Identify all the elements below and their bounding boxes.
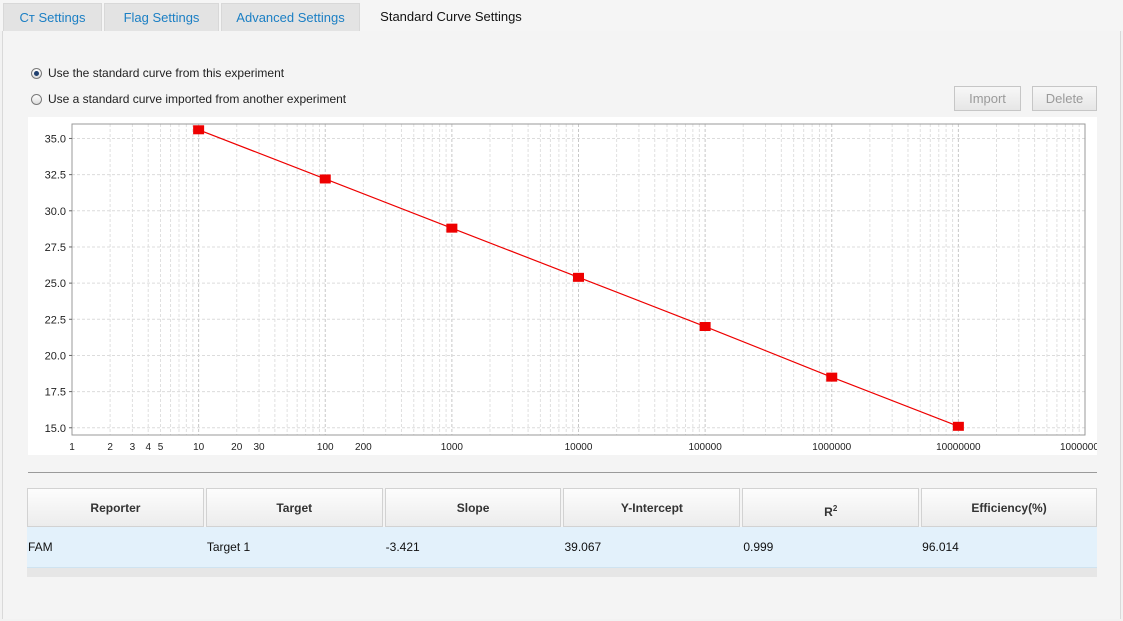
x-tick-label: 100000 xyxy=(688,442,722,453)
y-tick-label: 22.5 xyxy=(45,314,66,326)
cell-reporter: FAM xyxy=(28,540,53,554)
x-tick-label: 20 xyxy=(231,442,243,453)
cell-target: Target 1 xyxy=(206,540,251,554)
y-tick-label: 32.5 xyxy=(45,170,66,182)
data-point xyxy=(826,372,838,382)
tab-standard-curve-settings[interactable]: Standard Curve Settings xyxy=(362,3,540,31)
tab-advanced-label: Advanced Settings xyxy=(236,10,345,25)
tab-ct-prefix: Cт xyxy=(19,10,35,25)
header-target[interactable]: Target xyxy=(205,488,383,527)
option-use-imported[interactable]: Use a standard curve imported from anoth… xyxy=(31,90,346,108)
delete-button[interactable]: Delete xyxy=(1032,86,1097,111)
chart-svg: 15.0 17.5 20.0 22.5 25.0 27.5 30.0 32.5 35.0 1 2 3 4… xyxy=(45,123,1110,453)
x-tick-label: 5 xyxy=(158,442,164,453)
cell-r-squared: 0.999 xyxy=(743,540,774,554)
radio-checked-icon[interactable] xyxy=(31,67,42,79)
data-point xyxy=(573,272,584,282)
x-tick-label: 100 xyxy=(317,442,334,453)
y-tick-label: 17.5 xyxy=(45,387,66,399)
x-tick-label: 2 xyxy=(107,442,113,453)
header-y-intercept[interactable]: Y-Intercept xyxy=(563,488,741,527)
tab-flag-label: Flag Settings xyxy=(123,10,200,25)
table-header: Reporter Target Slope Y-Intercept R2 Eff… xyxy=(27,488,1097,527)
cell-y-intercept: 39.067 xyxy=(564,540,602,554)
table-footer xyxy=(27,568,1097,577)
data-point xyxy=(446,223,458,233)
tab-ct-settings[interactable]: Cт Settings xyxy=(3,3,102,31)
y-tick-label: 20.0 xyxy=(45,350,66,362)
y-tick-label: 25.0 xyxy=(45,278,66,290)
header-r-base: R xyxy=(824,505,833,519)
y-tick-label: 27.5 xyxy=(45,242,66,254)
x-tick-label: 10 xyxy=(193,442,205,453)
option-use-this-experiment[interactable]: Use the standard curve from this experim… xyxy=(31,64,284,82)
tab-ct-suffix: Settings xyxy=(34,10,86,25)
data-point xyxy=(699,322,711,332)
x-tick-label: 4 xyxy=(145,442,151,453)
divider xyxy=(28,472,1097,473)
header-efficiency[interactable]: Efficiency(%) xyxy=(921,488,1097,527)
tab-bar: Cт Settings Flag Settings Advanced Setti… xyxy=(0,0,1123,31)
header-r-squared[interactable]: R2 xyxy=(742,488,920,527)
data-point xyxy=(952,421,964,431)
header-reporter[interactable]: Reporter xyxy=(27,488,204,527)
cell-slope: -3.421 xyxy=(385,540,420,554)
results-table: Reporter Target Slope Y-Intercept R2 Eff… xyxy=(27,488,1097,577)
y-tick-label: 35.0 xyxy=(45,133,66,145)
y-tick-label: 30.0 xyxy=(45,206,66,218)
option-use-this-label: Use the standard curve from this experim… xyxy=(48,66,285,80)
x-tick-label: 10000000 xyxy=(936,442,981,453)
tab-advanced-settings[interactable]: Advanced Settings xyxy=(221,3,360,31)
x-tick-label: 30 xyxy=(253,442,265,453)
y-tick-label: 15.0 xyxy=(45,423,66,435)
x-tick-label: 1 xyxy=(69,442,75,453)
x-tick-label: 10000 xyxy=(565,442,593,453)
tab-standard-curve-label: Standard Curve Settings xyxy=(380,9,522,24)
header-r-sup: 2 xyxy=(832,504,838,513)
x-tick-label: 3 xyxy=(130,442,136,453)
x-tick-label: 1000 xyxy=(441,442,464,453)
header-slope[interactable]: Slope xyxy=(384,488,562,527)
tab-flag-settings[interactable]: Flag Settings xyxy=(104,3,219,31)
option-use-imported-label: Use a standard curve imported from anoth… xyxy=(48,92,347,106)
radio-unchecked-icon[interactable] xyxy=(31,93,42,105)
standard-curve-chart: 15.0 17.5 20.0 22.5 25.0 27.5 30.0 32.5 35.0 1 2 3 4… xyxy=(28,117,1110,455)
cell-efficiency: 96.014 xyxy=(922,540,959,554)
table-row[interactable]: FAM Target 1 -3.421 39.067 0.999 96.014 xyxy=(27,527,1097,568)
data-point xyxy=(193,125,205,135)
import-button[interactable]: Import xyxy=(954,86,1021,111)
data-point xyxy=(319,174,331,184)
x-tick-label: 1000000 xyxy=(812,442,851,453)
x-tick-label: 200 xyxy=(355,442,372,453)
x-tick-label: 100000000 xyxy=(1060,442,1097,453)
